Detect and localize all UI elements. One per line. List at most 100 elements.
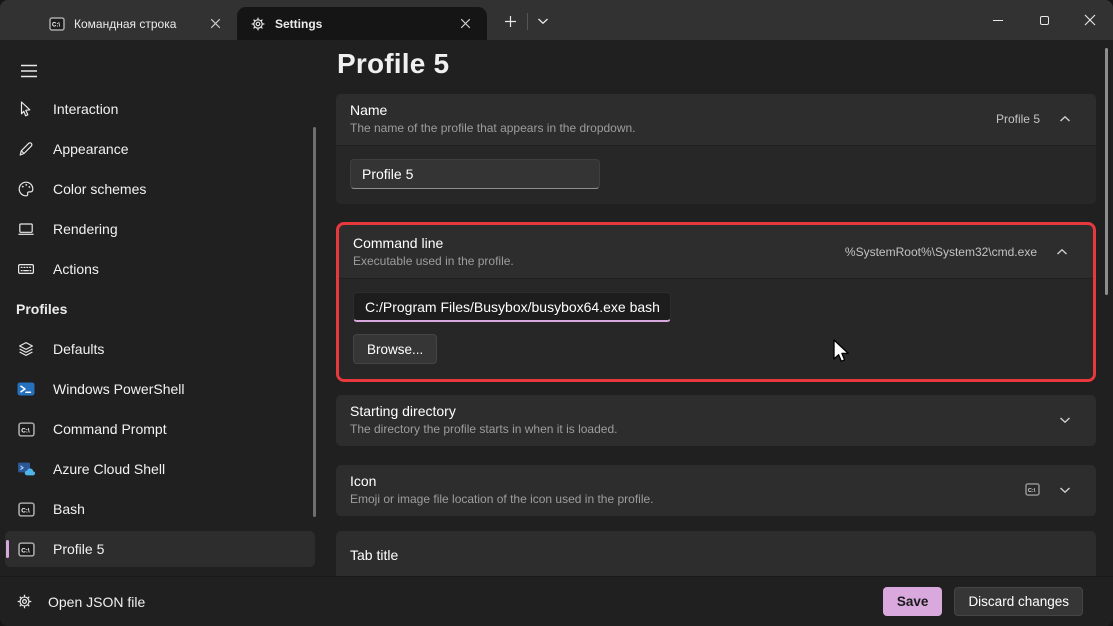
browse-button[interactable]: Browse... <box>353 334 437 364</box>
chevron-up-icon[interactable] <box>1056 248 1068 256</box>
setting-description: The directory the profile starts in when… <box>350 422 1059 436</box>
azure-icon <box>16 460 36 478</box>
sidebar-item-defaults[interactable]: Defaults <box>5 331 315 367</box>
titlebar: C:\ Командная строка Settings <box>0 0 1113 40</box>
sidebar-item-azure-cloud-shell[interactable]: Azure Cloud Shell <box>5 451 315 487</box>
profile-name-input[interactable] <box>350 159 600 189</box>
setting-current-value: %SystemRoot%\System32\cmd.exe <box>845 245 1037 259</box>
tab-label: Settings <box>275 17 453 31</box>
sidebar-item-label: Profile 5 <box>53 541 104 557</box>
maximize-button[interactable] <box>1021 0 1067 40</box>
new-tab-button[interactable] <box>496 7 524 35</box>
sidebar-item-rendering[interactable]: Rendering <box>5 211 315 247</box>
chevron-up-icon[interactable] <box>1059 115 1071 123</box>
cmd-icon: C:\ <box>16 422 36 437</box>
monitor-icon <box>16 220 36 238</box>
selection-accent-pill <box>6 540 9 558</box>
sidebar-item-appearance[interactable]: Appearance <box>5 131 315 167</box>
sidebar-item-label: Actions <box>53 261 99 277</box>
footer-label: Open JSON file <box>48 594 145 610</box>
profile-icon-preview: C:\ <box>1025 483 1040 496</box>
setting-title: Icon <box>350 473 1025 489</box>
sidebar-item-label: Appearance <box>53 141 129 157</box>
discard-changes-button[interactable]: Discard changes <box>954 587 1083 616</box>
setting-title: Name <box>350 102 996 118</box>
sidebar-item-color-schemes[interactable]: Color schemes <box>5 171 315 207</box>
sidebar-item-bash[interactable]: C:\ Bash <box>5 491 315 527</box>
gear-icon <box>16 593 33 610</box>
tab-dropdown-button[interactable] <box>529 7 557 35</box>
setting-title: Command line <box>353 235 845 251</box>
hamburger-icon <box>20 64 38 78</box>
cmd-icon: C:\ <box>49 17 65 31</box>
sidebar-item-label: Command Prompt <box>53 421 167 437</box>
setting-title: Starting directory <box>350 403 1059 419</box>
sidebar-scrollbar[interactable] <box>313 127 316 517</box>
powershell-icon <box>16 380 36 398</box>
sidebar-item-label: Rendering <box>53 221 118 237</box>
minimize-icon <box>993 20 1003 21</box>
tab-label: Командная строка <box>74 17 203 31</box>
tab-settings[interactable]: Settings <box>237 7 487 40</box>
keyboard-icon <box>16 260 36 278</box>
sidebar-section-profiles: Profiles <box>5 291 315 327</box>
minimize-button[interactable] <box>975 0 1021 40</box>
starting-directory-setting-card: Starting directory The directory the pro… <box>336 395 1096 446</box>
svg-text:C:\: C:\ <box>21 547 30 554</box>
tab-title-expander-header[interactable]: Tab title <box>336 531 1096 576</box>
paintbrush-icon <box>16 140 36 158</box>
chevron-down-icon <box>537 17 549 25</box>
sidebar-item-label: Interaction <box>53 101 118 117</box>
nav-menu-button[interactable] <box>8 54 50 88</box>
cmd-icon: C:\ <box>16 502 36 517</box>
bottom-bar: Open JSON file Save Discard changes <box>0 576 1113 626</box>
sidebar-item-label: Defaults <box>53 341 104 357</box>
icon-setting-card: Icon Emoji or image file location of the… <box>336 465 1096 516</box>
icon-expander-header[interactable]: Icon Emoji or image file location of the… <box>336 465 1096 516</box>
sidebar-item-command-prompt[interactable]: C:\ Command Prompt <box>5 411 315 447</box>
settings-content: Profile 5 Name The name of the profile t… <box>336 40 1113 576</box>
svg-text:C:\: C:\ <box>1028 488 1036 494</box>
sidebar-item-windows-powershell[interactable]: Windows PowerShell <box>5 371 315 407</box>
close-icon <box>1084 14 1096 26</box>
svg-text:C:\: C:\ <box>21 507 30 514</box>
name-expander-header[interactable]: Name The name of the profile that appear… <box>336 94 1096 145</box>
nav-list: Interaction Appearance Color schemes Ren… <box>0 91 336 567</box>
tab-command-prompt[interactable]: C:\ Командная строка <box>36 7 237 40</box>
tab-title-setting-card: Tab title <box>336 531 1096 576</box>
command-line-expander-header[interactable]: Command line Executable used in the prof… <box>339 225 1093 278</box>
close-tab-icon[interactable] <box>203 12 227 36</box>
setting-title: Tab title <box>350 547 1080 563</box>
sidebar-item-label: Windows PowerShell <box>53 381 185 397</box>
sidebar-item-label: Bash <box>53 501 85 517</box>
sidebar-item-label: Color schemes <box>53 181 146 197</box>
main-scrollbar[interactable] <box>1105 48 1108 295</box>
window-controls <box>975 0 1113 40</box>
sidebar-item-actions[interactable]: Actions <box>5 251 315 287</box>
command-line-setting-card: Command line Executable used in the prof… <box>336 222 1096 382</box>
windows-terminal-settings-window: C:\ Командная строка Settings <box>0 0 1113 626</box>
gear-icon <box>250 16 266 32</box>
svg-text:C:\: C:\ <box>52 22 60 28</box>
close-window-button[interactable] <box>1067 0 1113 40</box>
close-tab-icon[interactable] <box>453 12 477 36</box>
sidebar-item-profile-5[interactable]: C:\ Profile 5 <box>5 531 315 567</box>
chevron-down-icon[interactable] <box>1059 486 1071 494</box>
setting-current-value: Profile 5 <box>996 112 1040 126</box>
palette-icon <box>16 180 36 198</box>
plus-icon <box>504 15 517 28</box>
save-button[interactable]: Save <box>883 587 943 616</box>
sidebar-item-interaction[interactable]: Interaction <box>5 91 315 127</box>
open-json-file-button[interactable]: Open JSON file <box>16 593 145 610</box>
chevron-down-icon[interactable] <box>1059 416 1071 424</box>
setting-description: Emoji or image file location of the icon… <box>350 492 1025 506</box>
cmd-icon: C:\ <box>16 542 36 557</box>
sidebar-item-label: Azure Cloud Shell <box>53 461 165 477</box>
settings-nav-sidebar: Interaction Appearance Color schemes Ren… <box>0 40 336 576</box>
svg-text:C:\: C:\ <box>21 427 30 434</box>
starting-directory-expander-header[interactable]: Starting directory The directory the pro… <box>336 395 1096 446</box>
command-line-input[interactable] <box>353 292 671 322</box>
setting-description: The name of the profile that appears in … <box>350 121 996 135</box>
page-title: Profile 5 <box>337 48 1113 80</box>
setting-description: Executable used in the profile. <box>353 254 845 268</box>
